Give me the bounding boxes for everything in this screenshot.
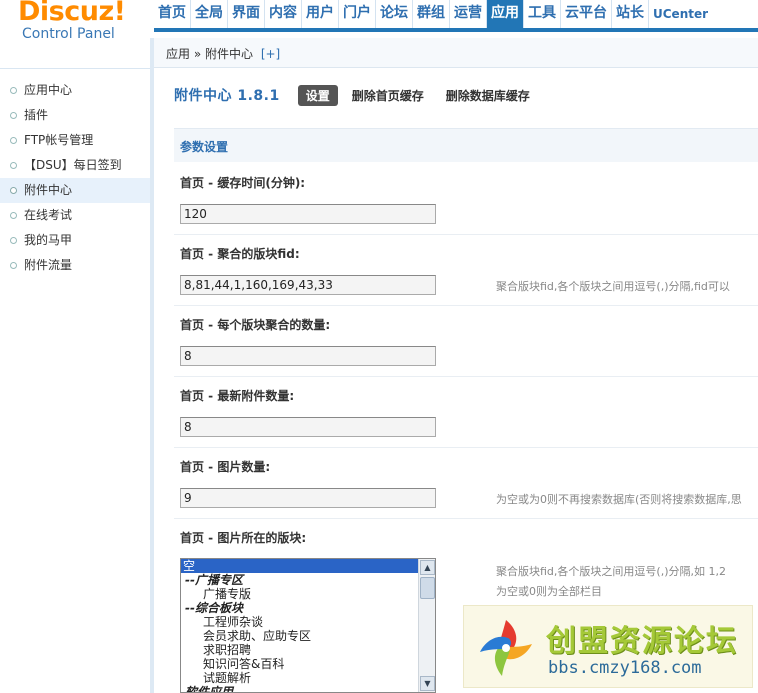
sidebar-item-ftp-accounts[interactable]: FTP帐号管理 xyxy=(0,128,150,153)
nav-group[interactable]: 群组 xyxy=(413,0,449,28)
sidebar: 应用中心 插件 FTP帐号管理 【DSU】每日签到 附件中心 在线考试 我的马甲… xyxy=(0,38,150,693)
image-forums-listbox[interactable]: 空 --广播专区 广播专版 --综合板块 工程师杂谈 会员求助、应助专区 求职招… xyxy=(180,558,436,693)
listbox-options: 空 --广播专区 广播专版 --综合板块 工程师杂谈 会员求助、应助专区 求职招… xyxy=(181,559,418,692)
nav-founder[interactable]: 站长 xyxy=(612,0,648,28)
scroll-up-arrow-icon[interactable]: ▲ xyxy=(420,560,435,575)
sidebar-item-label: 应用中心 xyxy=(24,83,73,97)
list-option[interactable]: 空 xyxy=(181,559,418,573)
list-option[interactable]: 广播专版 xyxy=(181,587,418,601)
per-forum-count-input[interactable] xyxy=(180,346,436,366)
nav-style[interactable]: 界面 xyxy=(228,0,264,28)
image-forums-hint: 聚合版块fid,各个版块之间用逗号(,)分隔,如 1,2 xyxy=(496,565,726,578)
image-count-hint: 为空或为0则不再搜索数据库(否则将搜索数据库,思 xyxy=(496,493,742,506)
bullet-icon xyxy=(10,162,17,169)
nav-tools[interactable]: 工具 xyxy=(524,0,560,28)
title-row: 附件中心 1.8.1 设置 删除首页缓存 删除数据库缓存 xyxy=(174,84,544,106)
tab-clear-home-cache[interactable]: 删除首页缓存 xyxy=(344,85,432,106)
bullet-icon xyxy=(10,137,17,144)
sidebar-item-label: 我的马甲 xyxy=(24,233,73,247)
field-label-aggregate-fid: 首页 - 聚合的版块fid: xyxy=(180,247,300,261)
logo-brand: Discuz! xyxy=(18,0,126,27)
nav-content[interactable]: 内容 xyxy=(265,0,301,28)
sidebar-item-plugins[interactable]: 插件 xyxy=(0,103,150,128)
section-header: 参数设置 xyxy=(174,128,758,162)
breadcrumb-bar: 应用 » 附件中心 [+] xyxy=(154,38,758,68)
nav-plugin[interactable]: 应用 xyxy=(487,0,523,28)
tab-clear-db-cache[interactable]: 删除数据库缓存 xyxy=(438,85,538,106)
page-title: 附件中心 1.8.1 xyxy=(174,88,280,104)
list-option-group[interactable]: --综合板块 xyxy=(181,601,418,615)
bullet-icon xyxy=(10,87,17,94)
list-option[interactable]: 会员求助、应助专区 xyxy=(181,629,418,643)
cache-time-input[interactable] xyxy=(180,204,436,224)
tab-settings[interactable]: 设置 xyxy=(297,84,338,106)
row-divider xyxy=(174,234,758,235)
section-title: 参数设置 xyxy=(180,140,229,154)
nav-home[interactable]: 首页 xyxy=(154,0,190,28)
list-option[interactable]: 求职招聘 xyxy=(181,643,418,657)
sidebar-item-attachment-traffic[interactable]: 附件流量 xyxy=(0,253,150,278)
sidebar-item-dsu-signin[interactable]: 【DSU】每日签到 xyxy=(0,153,150,178)
listbox-scrollbar[interactable]: ▲ ▼ xyxy=(418,559,435,692)
nav-ucenter[interactable]: UCenter xyxy=(649,0,712,28)
row-divider xyxy=(174,518,758,519)
bullet-icon xyxy=(10,237,17,244)
row-divider xyxy=(174,305,758,306)
nav-cloud[interactable]: 云平台 xyxy=(561,0,611,28)
sidebar-item-online-exam[interactable]: 在线考试 xyxy=(0,203,150,228)
header-accent-bar xyxy=(154,28,758,32)
nav-portal[interactable]: 门户 xyxy=(339,0,375,28)
image-count-input[interactable] xyxy=(180,488,436,508)
row-divider xyxy=(174,447,758,448)
sidebar-item-label: 【DSU】每日签到 xyxy=(24,158,122,172)
field-label-image-forums: 首页 - 图片所在的版块: xyxy=(180,531,307,545)
watermark: 创盟资源论坛 bbs.cmzy168.com xyxy=(463,605,753,688)
bullet-icon xyxy=(10,112,17,119)
nav-global[interactable]: 全局 xyxy=(191,0,227,28)
row-divider xyxy=(174,376,758,377)
bullet-icon xyxy=(10,212,17,219)
field-label-cache-time: 首页 - 缓存时间(分钟): xyxy=(180,176,306,190)
watermark-title: 创盟资源论坛 xyxy=(546,624,738,659)
sidebar-item-attachment-center[interactable]: 附件中心 xyxy=(0,178,150,203)
nav-extended[interactable]: 运营 xyxy=(450,0,486,28)
field-label-image-count: 首页 - 图片数量: xyxy=(180,460,271,474)
watermark-url: bbs.cmzy168.com xyxy=(548,658,702,678)
aggregate-fid-hint: 聚合版块fid,各个版块之间用逗号(,)分隔,fid可以 xyxy=(496,280,730,293)
field-label-per-forum-count: 首页 - 每个版块聚合的数量: xyxy=(180,318,331,332)
list-option-group[interactable]: 软件应用 xyxy=(181,685,418,692)
main-content: 附件中心 1.8.1 设置 删除首页缓存 删除数据库缓存 参数设置 首页 - 缓… xyxy=(154,68,758,693)
list-option[interactable]: 知识问答&百科 xyxy=(181,657,418,671)
scrollbar-thumb[interactable] xyxy=(420,577,435,599)
latest-attach-count-input[interactable] xyxy=(180,417,436,437)
discuz-logo[interactable]: Discuz! Control Panel xyxy=(18,0,126,42)
aggregate-fid-input[interactable] xyxy=(180,275,436,295)
top-navigation: 首页 全局 界面 内容 用户 门户 论坛 群组 运营 应用 工具 云平台 站长 … xyxy=(154,0,712,28)
sidebar-item-label: 附件中心 xyxy=(24,183,73,197)
bullet-icon xyxy=(10,187,17,194)
list-option[interactable]: 试题解析 xyxy=(181,671,418,685)
field-label-latest-attach-count: 首页 - 最新附件数量: xyxy=(180,389,295,403)
sidebar-item-label: FTP帐号管理 xyxy=(24,133,94,147)
list-option-group[interactable]: --广播专区 xyxy=(181,573,418,587)
list-option[interactable]: 工程师杂谈 xyxy=(181,615,418,629)
header: Discuz! Control Panel 首页 全局 界面 内容 用户 门户 … xyxy=(0,0,758,42)
sidebar-divider xyxy=(0,68,150,69)
sidebar-menu: 应用中心 插件 FTP帐号管理 【DSU】每日签到 附件中心 在线考试 我的马甲… xyxy=(0,78,150,278)
sidebar-item-label: 插件 xyxy=(24,108,49,122)
breadcrumb-path: 应用 » 附件中心 xyxy=(166,47,253,61)
breadcrumb: 应用 » 附件中心 [+] xyxy=(166,45,280,62)
sidebar-item-my-alts[interactable]: 我的马甲 xyxy=(0,228,150,253)
sidebar-item-label: 在线考试 xyxy=(24,208,73,222)
nav-user[interactable]: 用户 xyxy=(302,0,338,28)
bullet-icon xyxy=(10,262,17,269)
sidebar-item-label: 附件流量 xyxy=(24,258,73,272)
add-shortcut-button[interactable]: [+] xyxy=(261,47,280,61)
scroll-down-arrow-icon[interactable]: ▼ xyxy=(420,676,435,691)
sidebar-item-app-center[interactable]: 应用中心 xyxy=(0,78,150,103)
nav-forum[interactable]: 论坛 xyxy=(376,0,412,28)
image-forums-hint-2: 为空或0则为全部栏目 xyxy=(496,585,602,598)
watermark-logo-icon xyxy=(480,620,532,676)
